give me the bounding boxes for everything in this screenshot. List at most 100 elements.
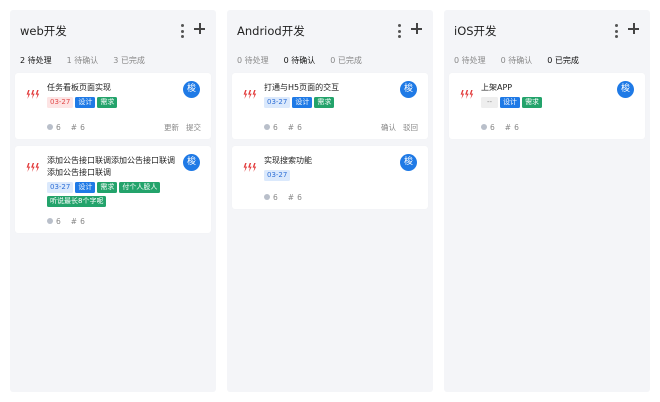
plus-icon[interactable]	[410, 21, 424, 35]
label-tag: 设计	[500, 97, 521, 108]
comment-count: 6	[56, 216, 61, 226]
label-tag: 付个人股人	[119, 182, 161, 193]
menu-dot	[397, 24, 401, 27]
column-title: iOS开发	[454, 24, 497, 38]
status-tab[interactable]: 1 待确认	[67, 55, 99, 69]
comment-icon	[264, 194, 270, 200]
kanban-board: web开发 2 待处理 1 待确认 3 已完成 任务看板页面实现梭 03-27 设计 需求 6 #…	[0, 0, 660, 402]
ref-count: 6	[80, 216, 85, 226]
comment-icon	[481, 124, 487, 130]
status-tab[interactable]: 0 已完成	[547, 55, 579, 69]
ref-count: 6	[297, 122, 302, 132]
status-tab[interactable]: 0 待确认	[501, 55, 533, 69]
tag-list: 03-27 设计 需求 付个人股人 听说最长8个字呢	[47, 182, 197, 207]
label-tag: 需求	[97, 97, 118, 108]
column-header: iOS开发	[444, 10, 650, 50]
card-meta: 6 #6	[47, 122, 95, 132]
card-meta: 6 #6	[264, 122, 312, 132]
label-tag: 需求	[314, 97, 335, 108]
comment-icon	[47, 218, 53, 224]
label-tag: 需求	[97, 182, 118, 193]
tag-list: 03-27	[264, 170, 414, 181]
ref-count: 6	[297, 192, 302, 202]
more-vertical-icon[interactable]	[395, 24, 403, 38]
card-title: 任务看板页面实现	[47, 83, 111, 92]
more-vertical-icon[interactable]	[178, 24, 186, 38]
comment-count: 6	[273, 192, 278, 202]
priority-lightning-icon	[26, 157, 40, 172]
label-tag: 设计	[292, 97, 313, 108]
label-tag: 需求	[522, 97, 543, 108]
card-action-button[interactable]: 确认	[381, 122, 396, 132]
hash-icon: #	[70, 216, 78, 226]
card-title: 实现搜索功能	[264, 156, 312, 165]
comment-count: 6	[273, 122, 278, 132]
hash-icon: #	[504, 122, 512, 132]
task-card[interactable]: 上架APP 梭 -- 设计 需求 6 #6	[449, 73, 645, 139]
card-action-button[interactable]: 驳回	[403, 122, 418, 132]
priority-lightning-icon	[26, 84, 40, 99]
avatar[interactable]: 梭	[400, 154, 417, 171]
menu-dot	[614, 35, 618, 38]
due-date-tag: 03-27	[47, 182, 74, 193]
menu-dot	[180, 24, 184, 27]
column-0: web开发 2 待处理 1 待确认 3 已完成 任务看板页面实现梭 03-27 设计 需求 6 #…	[10, 10, 216, 392]
status-tabs: 0 待处理 0 待确认 0 已完成	[454, 55, 594, 69]
card-meta: 6 #6	[481, 122, 529, 132]
avatar[interactable]: 梭	[183, 81, 200, 98]
status-tab[interactable]: 0 待处理	[454, 55, 486, 69]
due-date-tag: 03-27	[264, 97, 291, 108]
due-date-tag: 03-27	[264, 170, 291, 181]
plus-icon[interactable]	[193, 21, 207, 35]
hash-icon: #	[287, 192, 295, 202]
avatar[interactable]: 梭	[400, 81, 417, 98]
column-1: Andriod开发 0 待处理 0 待确认 0 已完成 打通与H5页面的交互梭 03-27…	[227, 10, 433, 392]
priority-lightning-icon	[243, 84, 257, 99]
column-header: Andriod开发	[227, 10, 433, 50]
label-tag: 听说最长8个字呢	[47, 196, 107, 207]
tag-list: 03-27 设计 需求	[264, 97, 414, 108]
comment-icon	[264, 124, 270, 130]
card-action-button[interactable]: 提交	[186, 122, 201, 132]
card-title: 打通与H5页面的交互	[264, 83, 340, 92]
priority-lightning-icon	[460, 84, 474, 99]
comment-count: 6	[490, 122, 495, 132]
due-date-tag: --	[481, 97, 499, 108]
card-title: 上架APP	[481, 83, 513, 92]
status-tab[interactable]: 0 已完成	[330, 55, 362, 69]
more-vertical-icon[interactable]	[612, 24, 620, 38]
comment-count: 6	[56, 122, 61, 132]
task-card[interactable]: 任务看板页面实现梭 03-27 设计 需求 6 #6 更新 提交	[15, 73, 211, 139]
plus-icon[interactable]	[627, 21, 641, 35]
column-header: web开发	[10, 10, 216, 50]
task-card[interactable]: 实现搜索功能梭 03-27 6 #6	[232, 146, 428, 209]
status-tabs: 0 待处理 0 待确认 0 已完成	[237, 55, 377, 69]
due-date-tag: 03-27	[47, 97, 74, 108]
ref-count: 6	[80, 122, 85, 132]
task-card[interactable]: 打通与H5页面的交互梭 03-27 设计 需求 6 #6 确认 驳回	[232, 73, 428, 139]
ref-count: 6	[514, 122, 519, 132]
task-card[interactable]: 添加公告接口联调添加公告接口联调添加公告接口联调梭 03-27 设计 需求 付个人股人听…	[15, 146, 211, 233]
card-actions: 确认 驳回	[374, 122, 418, 132]
label-tag: 设计	[75, 97, 96, 108]
tag-list: -- 设计 需求	[481, 97, 631, 108]
avatar[interactable]: 梭	[183, 154, 200, 171]
menu-dot	[397, 29, 401, 33]
card-title: 添加公告接口联调添加公告接口联调添加公告接口联调	[47, 156, 175, 177]
status-tab[interactable]: 0 待确认	[284, 55, 316, 69]
menu-dot	[397, 35, 401, 38]
column-title: Andriod开发	[237, 24, 305, 38]
hash-icon: #	[287, 122, 295, 132]
status-tab[interactable]: 3 已完成	[113, 55, 145, 69]
status-tab[interactable]: 0 待处理	[237, 55, 269, 69]
status-tab[interactable]: 2 待处理	[20, 55, 52, 69]
menu-dot	[180, 29, 184, 33]
status-tabs: 2 待处理 1 待确认 3 已完成	[20, 55, 160, 69]
column-2: iOS开发 0 待处理 0 待确认 0 已完成 上架APP 梭 -- 设计 需求 6 #6	[444, 10, 650, 392]
avatar[interactable]: 梭	[617, 81, 634, 98]
card-action-button[interactable]: 更新	[164, 122, 179, 132]
hash-icon: #	[70, 122, 78, 132]
priority-lightning-icon	[243, 157, 257, 172]
card-meta: 6 #6	[264, 192, 312, 202]
tag-list: 03-27 设计 需求	[47, 97, 197, 108]
